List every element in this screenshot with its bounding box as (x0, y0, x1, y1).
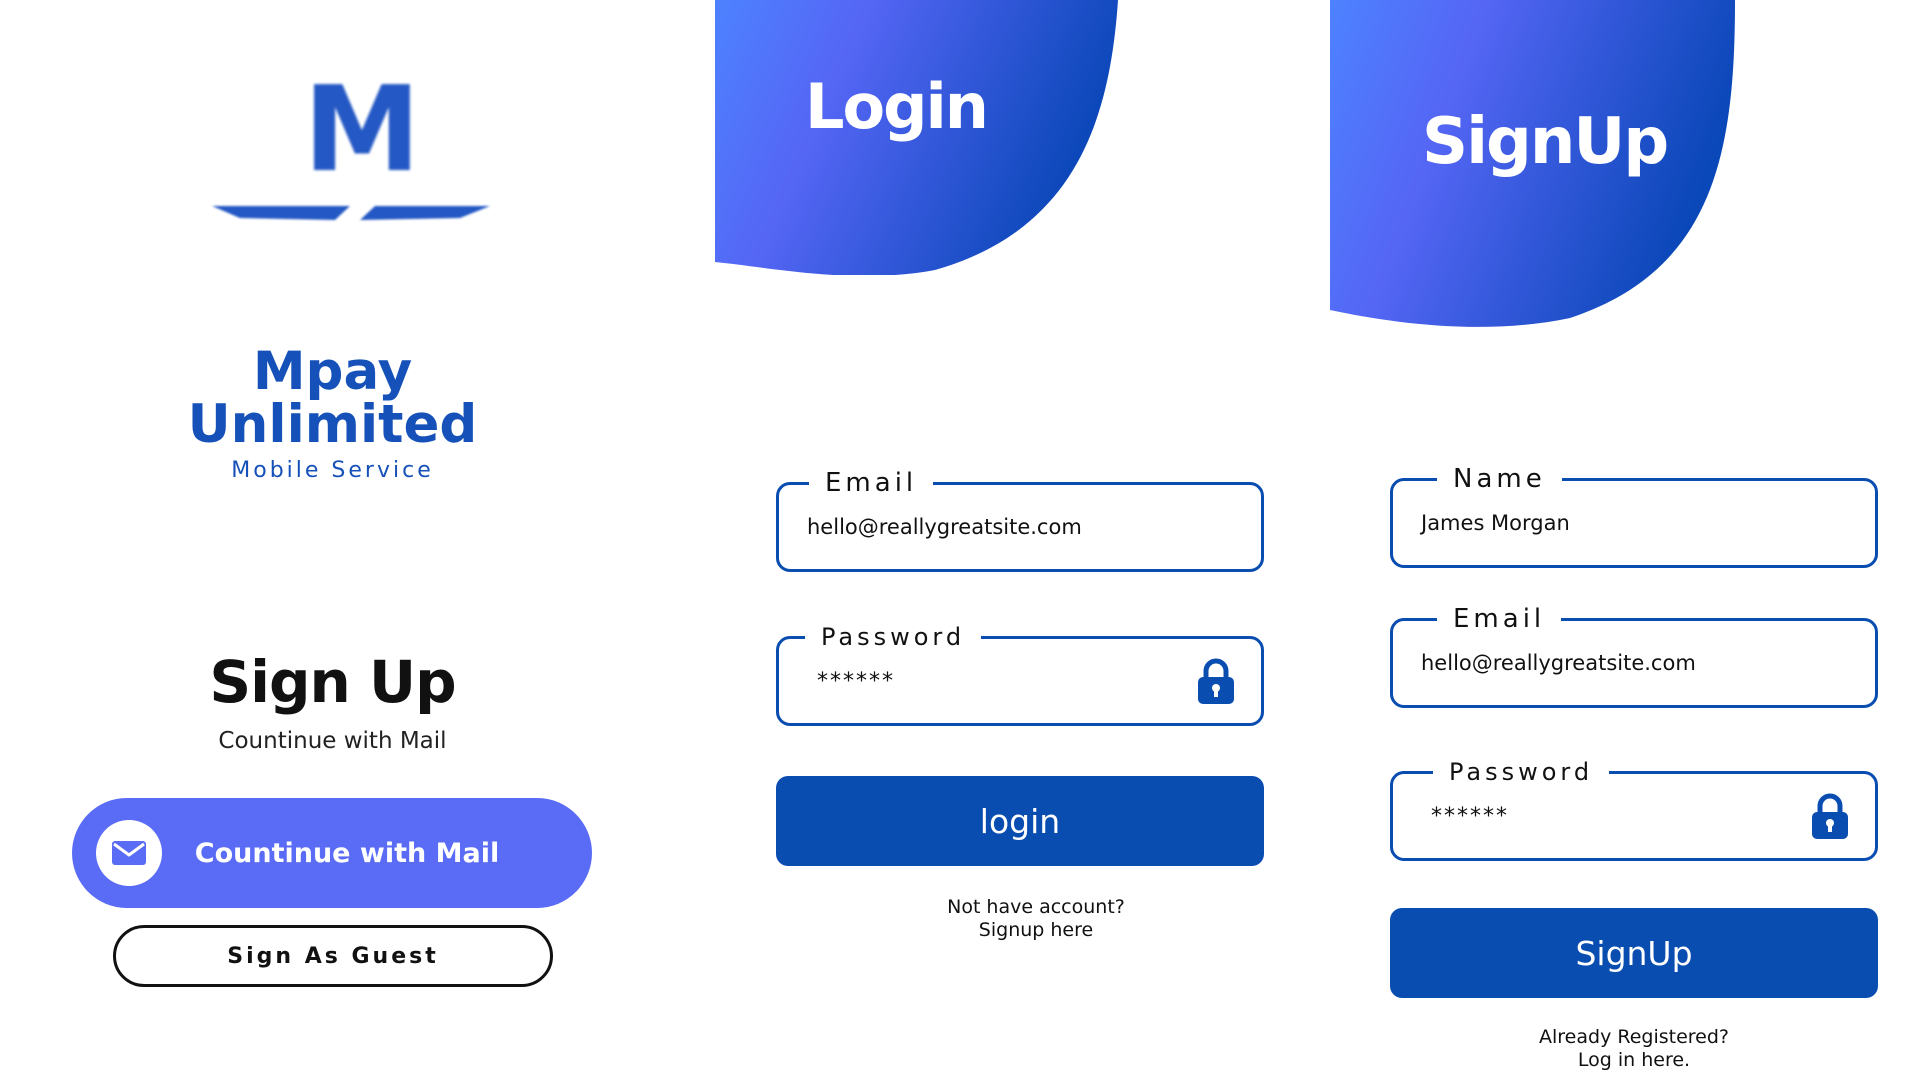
login-email-field[interactable]: Email hello@reallygreatsite.com (776, 463, 1264, 572)
signup-button[interactable]: SignUp (1390, 908, 1878, 998)
lock-icon[interactable] (1811, 792, 1849, 840)
brand-line-2: Unlimited (187, 394, 478, 455)
logo-letter: M (303, 60, 420, 198)
login-password-value: ****** (817, 668, 895, 694)
login-signup-hint[interactable]: Not have account? Signup here (876, 896, 1196, 942)
signup-email-value: hello@reallygreatsite.com (1421, 651, 1696, 675)
signup-password-field[interactable]: Password ****** (1390, 752, 1878, 861)
mail-icon-wrapper (96, 820, 162, 886)
login-hint-line-2[interactable]: Signup here (876, 919, 1196, 942)
login-header-title: Login (805, 70, 989, 143)
signup-password-value: ****** (1431, 803, 1509, 829)
brand-line-1: Mpay (252, 341, 413, 402)
signup-login-hint[interactable]: Already Registered? Log in here. (1474, 1026, 1794, 1072)
signup-subtitle: Countinue with Mail (218, 728, 447, 754)
mail-icon (112, 841, 146, 865)
signup-name-field[interactable]: Name James Morgan (1390, 459, 1878, 568)
login-password-field[interactable]: Password ****** (776, 617, 1264, 726)
continue-with-mail-button[interactable]: Countinue with Mail (72, 798, 592, 908)
lock-icon[interactable] (1197, 657, 1235, 705)
login-email-value: hello@reallygreatsite.com (807, 515, 1082, 539)
signup-hint-line-1: Already Registered? (1539, 1026, 1729, 1048)
login-hint-line-1: Not have account? (947, 896, 1125, 918)
logo: M (200, 30, 520, 290)
brand-name: Mpay Unlimited (160, 345, 505, 451)
brand-subtitle: Mobile Service (231, 458, 434, 483)
signup-email-field[interactable]: Email hello@reallygreatsite.com (1390, 599, 1878, 708)
signup-hint-line-2[interactable]: Log in here. (1474, 1049, 1794, 1072)
signup-name-value: James Morgan (1421, 511, 1570, 535)
logo-wings-icon (212, 206, 490, 220)
sign-as-guest-button[interactable]: Sign As Guest (113, 925, 553, 987)
login-button[interactable]: login (776, 776, 1264, 866)
continue-with-mail-label: Countinue with Mail (194, 837, 500, 869)
signup-title: Sign Up (209, 648, 456, 716)
signup-header-title: SignUp (1422, 105, 1669, 179)
